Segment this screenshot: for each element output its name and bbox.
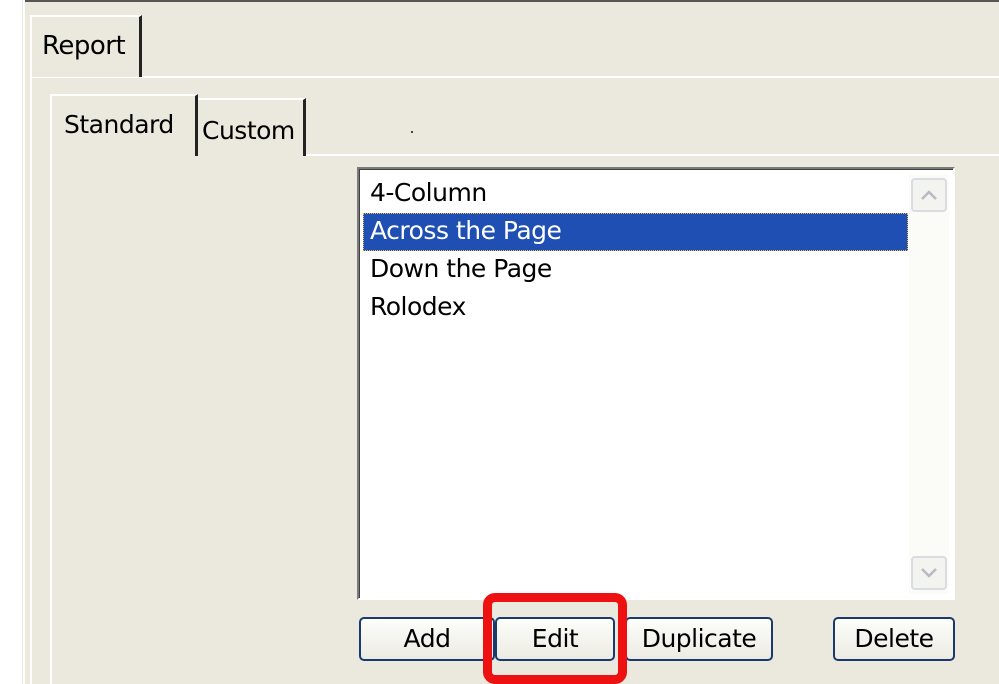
edit-highlight-box [483, 593, 627, 684]
tab-report[interactable]: Report [30, 15, 142, 77]
list-item-4-column[interactable]: 4-Column [363, 175, 908, 213]
tab-standard[interactable]: Standard [50, 94, 198, 156]
list-item-across-the-page[interactable]: Across the Page [363, 213, 908, 251]
tab-custom-label: Custom [202, 116, 295, 145]
add-button[interactable]: Add [359, 617, 495, 661]
delete-button[interactable]: Delete [833, 617, 955, 661]
report-dialog: Report Standard Custom 4-Column Across t… [0, 0, 999, 684]
top-border [24, 0, 999, 2]
scroll-up-button[interactable] [911, 178, 947, 212]
tab-standard-label: Standard [64, 110, 174, 139]
vertical-scrollbar[interactable] [909, 174, 949, 594]
report-style-list[interactable]: 4-Column Across the Page Down the Page R… [357, 167, 955, 600]
left-margin [0, 0, 22, 684]
list-items: 4-Column Across the Page Down the Page R… [363, 175, 908, 327]
list-item-rolodex[interactable]: Rolodex [363, 289, 908, 327]
tab-custom[interactable]: Custom [196, 98, 306, 156]
list-item-down-the-page[interactable]: Down the Page [363, 251, 908, 289]
duplicate-button[interactable]: Duplicate [625, 617, 773, 661]
scroll-down-button[interactable] [911, 556, 947, 590]
chevron-down-icon [921, 568, 937, 578]
tab-report-label: Report [42, 31, 126, 61]
chevron-up-icon [921, 190, 937, 200]
left-border [23, 0, 25, 684]
